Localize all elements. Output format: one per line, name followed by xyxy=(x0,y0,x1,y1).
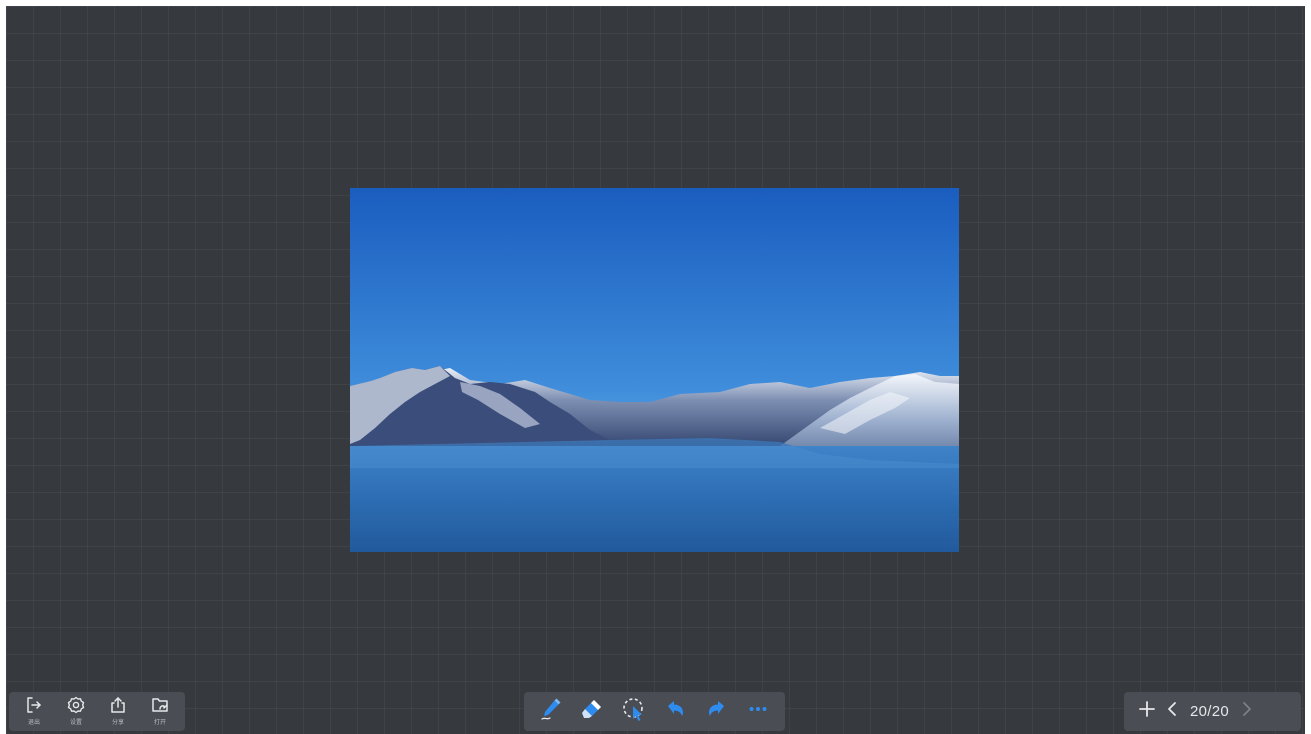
chevron-right-icon xyxy=(1239,701,1253,722)
more-button[interactable] xyxy=(743,697,773,727)
prev-page-button[interactable] xyxy=(1160,697,1186,727)
eraser-icon xyxy=(581,698,603,725)
share-button[interactable]: 分享 xyxy=(101,694,135,730)
page-indicator: 20/20 xyxy=(1190,703,1230,720)
chevron-left-icon xyxy=(1166,701,1180,722)
add-page-button[interactable] xyxy=(1134,697,1160,727)
undo-button[interactable] xyxy=(660,697,690,727)
page-navigation: 20/20 xyxy=(1124,692,1301,731)
more-icon xyxy=(747,698,769,725)
select-button[interactable] xyxy=(619,697,649,727)
gear-icon xyxy=(67,696,85,719)
redo-button[interactable] xyxy=(702,697,732,727)
redo-icon xyxy=(706,698,728,725)
eraser-button[interactable] xyxy=(577,697,607,727)
share-icon xyxy=(109,696,127,719)
exit-label: 退出 xyxy=(27,720,40,726)
tools-toolbar xyxy=(524,692,785,731)
canvas-image[interactable] xyxy=(350,188,959,552)
settings-button[interactable]: 设置 xyxy=(59,694,93,730)
open-button[interactable]: 打开 xyxy=(143,694,177,730)
mountain-lake-photo xyxy=(350,188,959,552)
share-label: 分享 xyxy=(111,720,124,726)
open-label: 打开 xyxy=(153,720,166,726)
plus-icon xyxy=(1138,700,1156,723)
folder-icon xyxy=(151,696,169,719)
undo-icon xyxy=(664,698,686,725)
pen-button[interactable] xyxy=(536,697,566,727)
settings-label: 设置 xyxy=(69,720,82,726)
exit-button[interactable]: 退出 xyxy=(17,694,51,730)
next-page-button[interactable] xyxy=(1233,697,1259,727)
exit-icon xyxy=(25,696,43,719)
whiteboard-canvas[interactable]: 退出 设置 分享 打开 20/20 xyxy=(6,6,1305,734)
pen-icon xyxy=(539,697,563,726)
system-toolbar: 退出 设置 分享 打开 xyxy=(9,692,185,731)
lasso-select-icon xyxy=(621,696,647,727)
